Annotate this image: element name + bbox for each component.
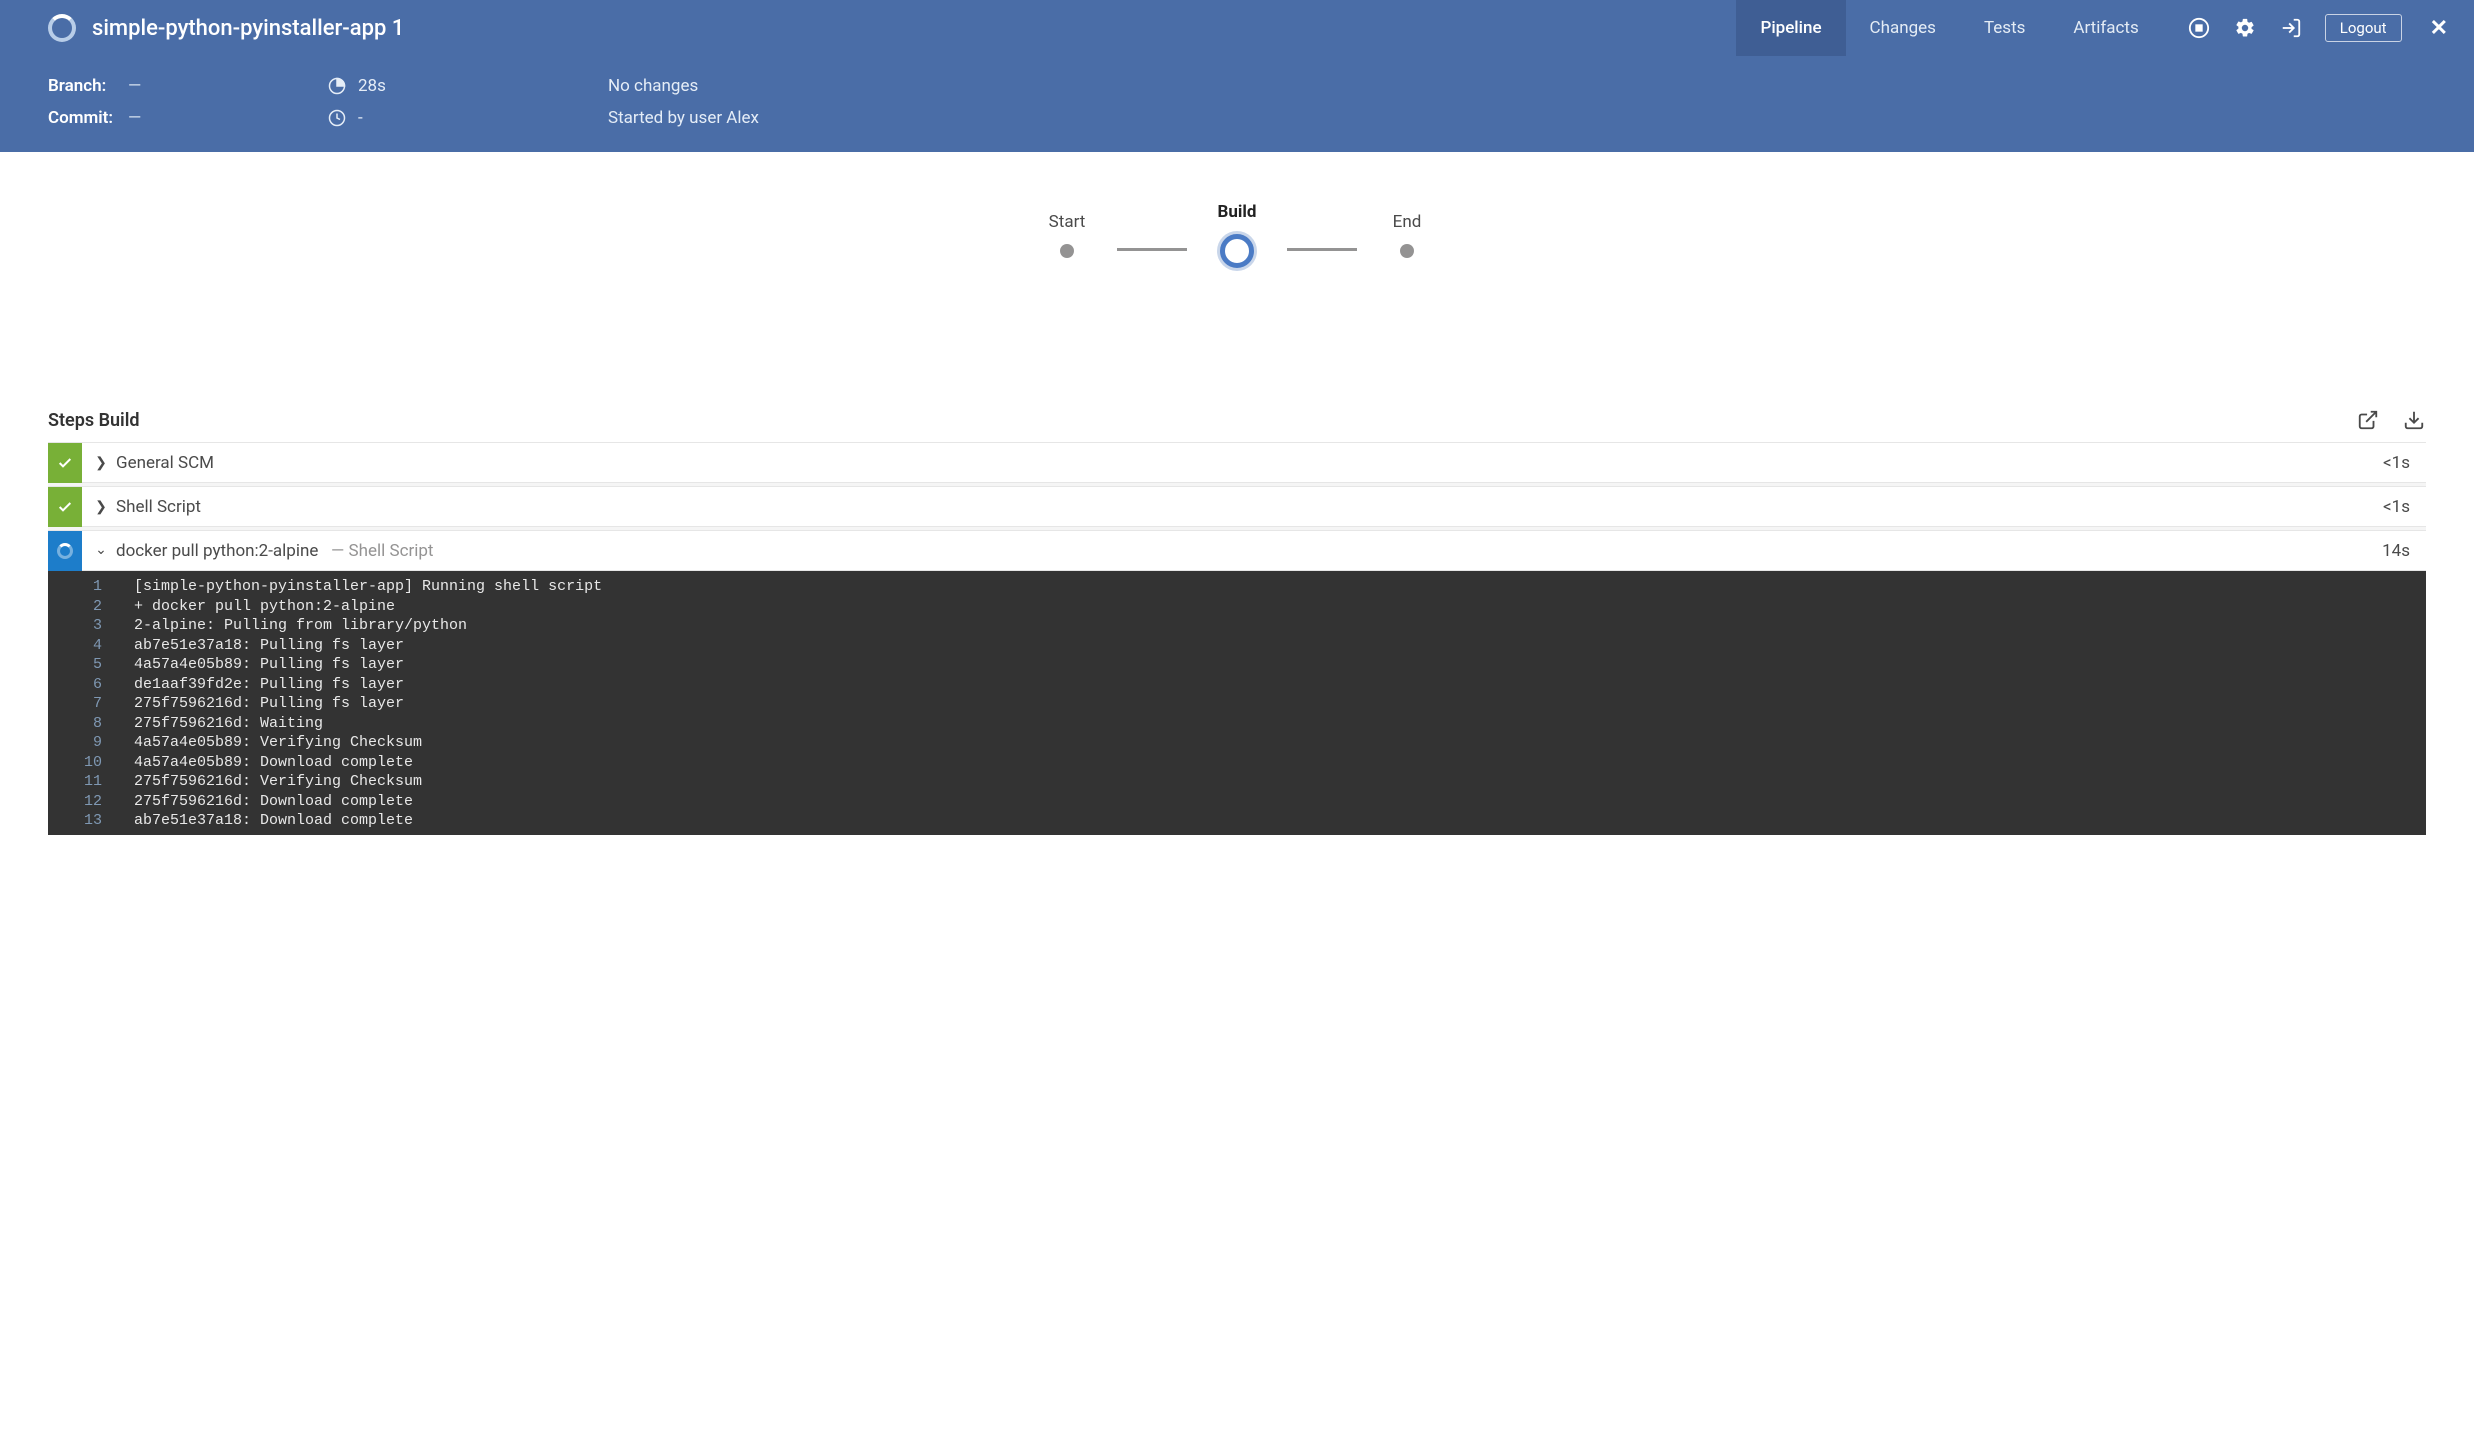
logo-icon — [48, 14, 76, 42]
stage-connector — [1117, 248, 1187, 251]
queued-value: - — [358, 108, 363, 128]
line-text: 4a57a4e05b89: Pulling fs layer — [134, 655, 2426, 675]
console-line: 54a57a4e05b89: Pulling fs layer — [48, 655, 2426, 675]
duration-icon — [328, 77, 346, 95]
commit-label: Commit: — [48, 108, 128, 128]
line-number: 3 — [48, 616, 134, 636]
chevron-right-icon: ❯ — [82, 455, 110, 471]
console-line: 1[simple-python-pyinstaller-app] Running… — [48, 577, 2426, 597]
page-title: simple-python-pyinstaller-app 1 — [92, 16, 404, 41]
clock-icon — [328, 109, 346, 127]
stop-icon[interactable] — [2187, 16, 2211, 40]
stage-node-running-icon — [1220, 234, 1254, 268]
line-text: ab7e51e37a18: Pulling fs layer — [134, 636, 2426, 656]
run-meta: Branch: — 28s No changes Commit: — - Sta… — [0, 56, 2474, 152]
console-output: 1[simple-python-pyinstaller-app] Running… — [48, 571, 2426, 835]
stage-end[interactable]: End — [1357, 212, 1457, 258]
step-row[interactable]: ❯ Shell Script <1s — [48, 487, 2426, 527]
chevron-down-icon: ⌄ — [82, 542, 110, 558]
line-text: de1aaf39fd2e: Pulling fs layer — [134, 675, 2426, 695]
line-text: 4a57a4e05b89: Download complete — [134, 753, 2426, 773]
step-subtitle: — Shell Script — [331, 541, 433, 561]
chevron-right-icon: ❯ — [82, 499, 110, 515]
stage-node-icon — [1060, 244, 1074, 258]
step-title: Shell Script — [116, 497, 201, 517]
branch-value: — — [128, 76, 328, 96]
line-text: 4a57a4e05b89: Verifying Checksum — [134, 733, 2426, 753]
step-time: <1s — [2383, 453, 2426, 473]
step-title: General SCM — [116, 453, 214, 473]
stage-node-icon — [1400, 244, 1414, 258]
console-line: 32-alpine: Pulling from library/python — [48, 616, 2426, 636]
spinner-icon — [48, 531, 82, 571]
console-line: 8275f7596216d: Waiting — [48, 714, 2426, 734]
line-number: 9 — [48, 733, 134, 753]
tab-tests[interactable]: Tests — [1960, 0, 2049, 56]
step-row[interactable]: ⌄ docker pull python:2-alpine — Shell Sc… — [48, 531, 2426, 571]
line-text: 2-alpine: Pulling from library/python — [134, 616, 2426, 636]
line-text: [simple-python-pyinstaller-app] Running … — [134, 577, 2426, 597]
line-number: 4 — [48, 636, 134, 656]
stage-label: Start — [1049, 212, 1086, 232]
check-icon — [48, 443, 82, 483]
line-number: 12 — [48, 792, 134, 812]
steps-title: Steps Build — [48, 410, 140, 431]
line-text: 275f7596216d: Waiting — [134, 714, 2426, 734]
line-number: 5 — [48, 655, 134, 675]
console-line: 94a57a4e05b89: Verifying Checksum — [48, 733, 2426, 753]
nav-tabs: Pipeline Changes Tests Artifacts — [1736, 0, 2162, 56]
tab-pipeline[interactable]: Pipeline — [1736, 0, 1845, 56]
stage-label: End — [1393, 212, 1422, 232]
step-time: 14s — [2382, 541, 2426, 561]
line-text: ab7e51e37a18: Download complete — [134, 811, 2426, 831]
commit-value: — — [128, 108, 328, 128]
tab-artifacts[interactable]: Artifacts — [2049, 0, 2162, 56]
stage-view: Start Build End — [0, 152, 2474, 408]
logout-button[interactable]: Logout — [2325, 14, 2402, 42]
console-line: 13ab7e51e37a18: Download complete — [48, 811, 2426, 831]
console-line: 4ab7e51e37a18: Pulling fs layer — [48, 636, 2426, 656]
step-time: <1s — [2383, 497, 2426, 517]
started-by-text: Started by user Alex — [608, 108, 759, 128]
step-title: docker pull python:2-alpine — [116, 541, 318, 561]
console-line: 11275f7596216d: Verifying Checksum — [48, 772, 2426, 792]
duration-value: 28s — [358, 76, 386, 96]
line-number: 13 — [48, 811, 134, 831]
line-number: 8 — [48, 714, 134, 734]
exit-icon[interactable] — [2279, 16, 2303, 40]
stage-build[interactable]: Build — [1187, 202, 1287, 268]
stage-start[interactable]: Start — [1017, 212, 1117, 258]
line-number: 6 — [48, 675, 134, 695]
line-number: 7 — [48, 694, 134, 714]
branch-label: Branch: — [48, 76, 128, 96]
step-row[interactable]: ❯ General SCM <1s — [48, 443, 2426, 483]
tab-changes[interactable]: Changes — [1846, 0, 1960, 56]
check-icon — [48, 487, 82, 527]
changes-text: No changes — [608, 76, 698, 96]
console-line: 6de1aaf39fd2e: Pulling fs layer — [48, 675, 2426, 695]
console-line: 12275f7596216d: Download complete — [48, 792, 2426, 812]
topbar: simple-python-pyinstaller-app 1 Pipeline… — [0, 0, 2474, 56]
stage-label: Build — [1218, 202, 1257, 222]
line-text: 275f7596216d: Verifying Checksum — [134, 772, 2426, 792]
line-text: 275f7596216d: Download complete — [134, 792, 2426, 812]
line-number: 11 — [48, 772, 134, 792]
console-line: 104a57a4e05b89: Download complete — [48, 753, 2426, 773]
console-line: 7275f7596216d: Pulling fs layer — [48, 694, 2426, 714]
stage-connector — [1287, 248, 1357, 251]
steps-list: ❯ General SCM <1s ❯ Shell Script <1s ⌄ d… — [48, 442, 2426, 835]
line-text: + docker pull python:2-alpine — [134, 597, 2426, 617]
close-icon[interactable]: ✕ — [2424, 16, 2454, 41]
line-number: 2 — [48, 597, 134, 617]
line-number: 10 — [48, 753, 134, 773]
line-text: 275f7596216d: Pulling fs layer — [134, 694, 2426, 714]
console-line: 2+ docker pull python:2-alpine — [48, 597, 2426, 617]
gear-icon[interactable] — [2233, 16, 2257, 40]
open-external-icon[interactable] — [2356, 408, 2380, 432]
line-number: 1 — [48, 577, 134, 597]
download-icon[interactable] — [2402, 408, 2426, 432]
